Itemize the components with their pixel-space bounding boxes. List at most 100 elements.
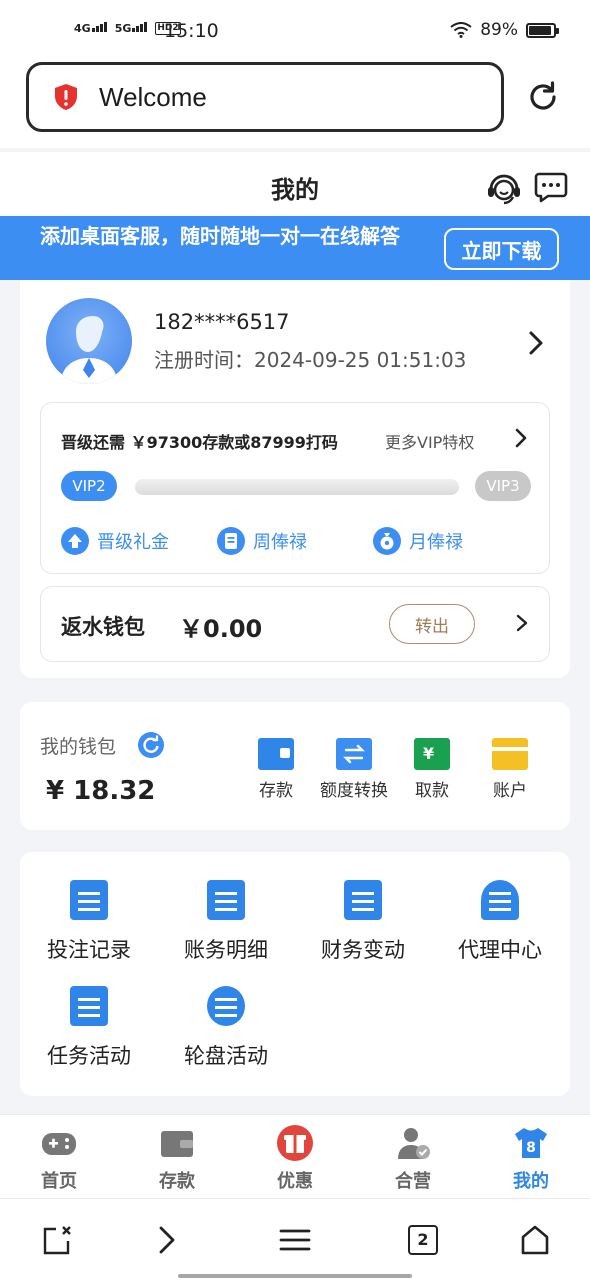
jersey-number: 8 bbox=[526, 1140, 536, 1156]
rebate-wallet: 返水钱包 ￥0.00 转出 bbox=[40, 586, 550, 662]
clock: 15:10 bbox=[164, 20, 219, 42]
vip-panel: 晋级还需 ￥97300存款或87999打码 更多VIP特权 VIP2 VIP3 … bbox=[40, 402, 550, 574]
perk-label: 周俸禄 bbox=[253, 532, 307, 553]
perk-label: 晋级礼金 bbox=[97, 532, 169, 553]
message-icon[interactable] bbox=[534, 170, 568, 204]
wallet-label: 我的钱包 bbox=[40, 736, 117, 758]
account-details-icon bbox=[207, 880, 245, 920]
avatar[interactable] bbox=[46, 298, 132, 384]
bottom-tab-bar: 首页 存款 优惠 合营 8 我的 bbox=[0, 1114, 590, 1198]
jersey-icon: 8 bbox=[512, 1125, 550, 1161]
browser-nav-bar: 2 bbox=[0, 1198, 590, 1280]
address-bar[interactable]: Welcome bbox=[26, 62, 504, 132]
signal-4g: 4G bbox=[74, 22, 107, 35]
reload-icon[interactable] bbox=[526, 80, 560, 114]
wallet-deposit-icon bbox=[258, 738, 294, 770]
profile-card: 182****6517 注册时间：2024-09-25 01:51:03 晋级还… bbox=[20, 280, 570, 678]
account-details[interactable]: 账务明细 bbox=[157, 880, 295, 964]
balance-transfer-action[interactable]: 额度转换 bbox=[309, 738, 399, 801]
account-action[interactable]: 账户 bbox=[465, 738, 555, 801]
wallet-balance: ¥ 18.32 bbox=[46, 776, 156, 806]
tab-label: 合营 bbox=[395, 1171, 431, 1192]
chevron-right-icon[interactable] bbox=[526, 330, 546, 356]
gift-icon bbox=[276, 1125, 314, 1161]
deposit-action[interactable]: 存款 bbox=[231, 738, 321, 801]
action-label: 存款 bbox=[259, 781, 293, 801]
vip-current-badge: VIP2 bbox=[61, 471, 117, 501]
finance-changes-icon bbox=[344, 880, 382, 920]
browser-toolbar: Welcome bbox=[0, 56, 590, 148]
function-label: 财务变动 bbox=[321, 938, 405, 962]
vip-progress-bar bbox=[135, 479, 459, 495]
tab-partnership[interactable]: 合营 bbox=[368, 1125, 458, 1193]
task-activity-icon bbox=[70, 986, 108, 1026]
status-bar: 4G 5G HD2 15:10 89% bbox=[0, 0, 590, 62]
wheel-activity[interactable]: 轮盘活动 bbox=[157, 986, 295, 1070]
perk-weekly-salary[interactable]: 周俸禄 bbox=[217, 527, 373, 555]
tab-label: 存款 bbox=[159, 1171, 195, 1192]
avatar-person-icon bbox=[60, 316, 118, 384]
banner-text: 添加桌面客服，随时随地一对一在线解答 bbox=[40, 224, 400, 248]
function-label: 投注记录 bbox=[47, 938, 131, 962]
vip-more-link[interactable]: 更多VIP特权 bbox=[385, 429, 474, 453]
tab-deposit[interactable]: 存款 bbox=[132, 1125, 222, 1193]
transfer-icon bbox=[336, 738, 372, 770]
wallet-icon bbox=[158, 1125, 196, 1161]
vip-upgrade-requirement: 晋级还需 ￥97300存款或87999打码 bbox=[61, 433, 338, 452]
rebate-amount: ￥0.00 bbox=[179, 615, 263, 643]
finance-changes[interactable]: 财务变动 bbox=[294, 880, 432, 964]
chevron-right-icon[interactable] bbox=[515, 613, 529, 633]
page-header: 我的 bbox=[0, 152, 590, 216]
withdraw-icon: ¥ bbox=[414, 738, 450, 770]
battery-percent: 89% bbox=[480, 20, 518, 40]
menu-icon[interactable] bbox=[278, 1223, 312, 1257]
money-bag-icon bbox=[373, 527, 401, 555]
document-icon bbox=[217, 527, 245, 555]
tab-promotions[interactable]: 优惠 bbox=[250, 1125, 340, 1193]
close-tab-icon[interactable] bbox=[40, 1223, 74, 1257]
gesture-bar bbox=[178, 1274, 412, 1278]
address-text: Welcome bbox=[99, 81, 207, 112]
bet-records-icon bbox=[70, 880, 108, 920]
tab-home[interactable]: 首页 bbox=[14, 1125, 104, 1193]
transfer-out-button[interactable]: 转出 bbox=[389, 604, 475, 644]
function-label: 轮盘活动 bbox=[184, 1044, 268, 1068]
perk-monthly-salary[interactable]: 月俸禄 bbox=[373, 527, 529, 555]
agent-center-icon bbox=[481, 880, 519, 920]
register-time: 注册时间：2024-09-25 01:51:03 bbox=[154, 348, 467, 372]
forward-icon[interactable] bbox=[150, 1223, 184, 1257]
action-label: 额度转换 bbox=[320, 781, 388, 801]
perk-upgrade-bonus[interactable]: 晋级礼金 bbox=[61, 527, 217, 555]
customer-service-icon[interactable] bbox=[486, 170, 522, 206]
wheel-activity-icon bbox=[207, 986, 245, 1026]
card-icon bbox=[492, 738, 528, 770]
gamepad-icon bbox=[40, 1125, 78, 1161]
refresh-icon[interactable] bbox=[138, 732, 164, 758]
wifi-icon bbox=[450, 22, 472, 38]
tabs-count-button[interactable]: 2 bbox=[408, 1225, 438, 1255]
action-label: 取款 bbox=[415, 781, 449, 801]
download-banner: 添加桌面客服，随时随地一对一在线解答 立即下载 bbox=[0, 216, 590, 280]
function-label: 任务活动 bbox=[47, 1044, 131, 1068]
user-phone: 182****6517 bbox=[154, 310, 290, 334]
withdraw-action[interactable]: ¥ 取款 bbox=[387, 738, 477, 801]
tab-label: 首页 bbox=[41, 1171, 77, 1192]
wallet-card: 我的钱包 ¥ 18.32 存款 额度转换 ¥ 取款 账户 bbox=[20, 702, 570, 830]
tab-mine[interactable]: 8 我的 bbox=[486, 1125, 576, 1193]
tab-label: 我的 bbox=[513, 1171, 549, 1192]
tab-label: 优惠 bbox=[277, 1171, 313, 1192]
vip-next-badge: VIP3 bbox=[475, 471, 531, 501]
function-label: 账务明细 bbox=[184, 938, 268, 962]
bet-records[interactable]: 投注记录 bbox=[20, 880, 158, 964]
chevron-right-icon[interactable] bbox=[513, 427, 529, 449]
battery-icon bbox=[526, 22, 559, 38]
download-button[interactable]: 立即下载 bbox=[444, 228, 559, 270]
perk-label: 月俸禄 bbox=[409, 532, 463, 553]
action-label: 账户 bbox=[493, 781, 527, 801]
agent-center[interactable]: 代理中心 bbox=[431, 880, 569, 964]
home-icon[interactable] bbox=[518, 1223, 552, 1257]
task-activity[interactable]: 任务活动 bbox=[20, 986, 158, 1070]
arrow-up-icon bbox=[61, 527, 89, 555]
shield-warning-icon[interactable] bbox=[53, 83, 79, 111]
function-grid: 投注记录 账务明细 财务变动 代理中心 任务活动 轮盘活动 bbox=[20, 852, 570, 1096]
